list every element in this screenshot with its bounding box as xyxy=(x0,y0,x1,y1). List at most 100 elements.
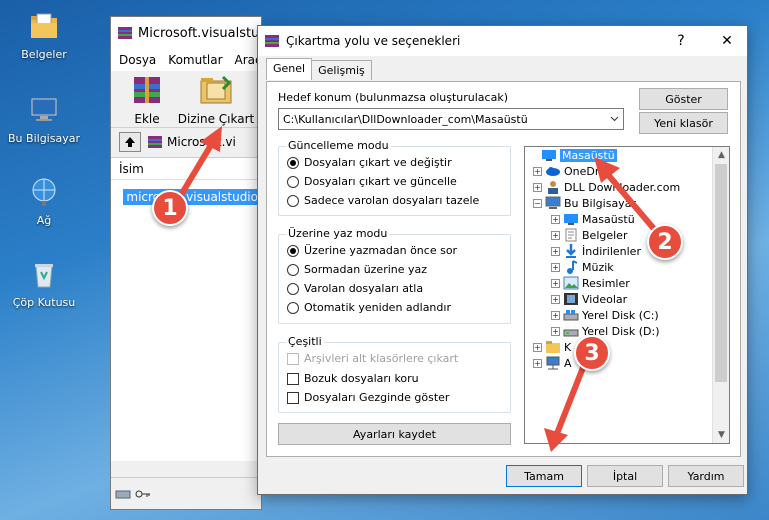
drive-icon xyxy=(115,490,131,498)
checkbox-extract-to-subfolders: Arşivleri alt klasörlere çıkart xyxy=(287,352,458,365)
radio-auto-rename[interactable]: Otomatik yeniden adlandır xyxy=(287,301,451,314)
radio-button[interactable] xyxy=(287,194,299,207)
radio-skip-existing[interactable]: Varolan dosyaları atla xyxy=(287,282,423,295)
tree-node-label: DLL Downloader.com xyxy=(564,180,681,194)
tree-expander[interactable]: + xyxy=(551,230,560,240)
tree-expander[interactable]: + xyxy=(551,310,560,320)
documents-icon xyxy=(565,228,577,242)
tree-node-libraries[interactable]: + K xyxy=(533,339,571,355)
menu-komutlar[interactable]: Komutlar xyxy=(168,53,222,67)
option-label: Bozuk dosyaları koru xyxy=(304,372,419,385)
address-text: Microsoft.vi xyxy=(167,134,236,149)
radio-button-checked[interactable] xyxy=(287,244,299,257)
tab-gelismis[interactable]: Gelişmiş xyxy=(311,60,372,80)
option-label: Varolan dosyaları atla xyxy=(304,282,424,295)
desktop-icon-label: Çöp Kutusu xyxy=(12,296,76,309)
desktop-icon xyxy=(564,214,578,225)
desktop-icon-documents[interactable]: Belgeler xyxy=(8,10,80,61)
folder-tree[interactable]: Masaüstü + OneDr + DLL Downloader.com − … xyxy=(524,146,730,444)
radio-button[interactable] xyxy=(287,301,299,314)
scroll-down-icon[interactable]: ▼ xyxy=(713,427,729,443)
menu-dosya[interactable]: Dosya xyxy=(119,53,156,67)
close-icon[interactable]: ✕ xyxy=(707,33,747,49)
radio-extract-replace[interactable]: Dosyaları çıkart ve değiştir xyxy=(287,156,452,169)
tree-expander[interactable]: + xyxy=(551,278,560,288)
extract-to-button[interactable]: Dizine Çıkart xyxy=(177,73,255,126)
option-label: Sadece varolan dosyaları tazele xyxy=(304,194,480,207)
tree-expander[interactable]: + xyxy=(533,358,542,368)
tree-expander[interactable]: + xyxy=(551,262,560,272)
annotation-badge-3: 3 xyxy=(574,335,610,371)
radio-extract-update[interactable]: Dosyaları çıkart ve güncelle xyxy=(287,175,457,188)
new-folder-button[interactable]: Yeni klasör xyxy=(639,112,728,134)
dialog-tabs: Genel Gelişmiş xyxy=(266,58,372,80)
tree-node-label: Resimler xyxy=(582,276,630,290)
tree-expander[interactable]: + xyxy=(551,246,560,256)
tree-node-documents[interactable]: + Belgeler xyxy=(551,227,627,243)
save-settings-button[interactable]: Ayarları kaydet xyxy=(278,423,511,445)
tree-node-downloads[interactable]: + İndirilenler xyxy=(551,243,641,259)
scroll-thumb[interactable] xyxy=(715,164,727,382)
radio-button-checked[interactable] xyxy=(287,156,299,169)
radio-button[interactable] xyxy=(287,175,299,188)
tree-node-videos[interactable]: + Videolar xyxy=(551,291,627,307)
user-icon xyxy=(548,181,558,194)
tree-node-user[interactable]: + DLL Downloader.com xyxy=(533,179,680,195)
help-title-button[interactable]: ? xyxy=(661,33,701,49)
up-folder-button[interactable] xyxy=(119,131,141,152)
tree-expander[interactable]: + xyxy=(551,214,560,224)
checkbox[interactable] xyxy=(287,372,299,385)
option-label: Dosyaları çıkart ve değiştir xyxy=(304,156,452,169)
tree-expander[interactable]: + xyxy=(533,182,542,192)
radio-ask-before-overwrite[interactable]: Üzerine yazmadan önce sor xyxy=(287,244,457,257)
tree-node-music[interactable]: + Müzik xyxy=(551,259,614,275)
update-mode-title: Güncelleme modu xyxy=(286,139,391,152)
drive-icon xyxy=(563,310,579,321)
ok-button[interactable]: Tamam xyxy=(506,465,582,487)
archive-icon xyxy=(148,135,162,148)
tree-node-this-pc[interactable]: − Bu Bilgisayar xyxy=(533,195,636,211)
tab-genel[interactable]: Genel xyxy=(266,58,313,80)
tree-node-network[interactable]: + A xyxy=(533,355,572,371)
desktop-icon xyxy=(542,150,556,161)
help-button[interactable]: Yardım xyxy=(668,465,744,487)
misc-title: Çeşitli xyxy=(286,335,324,348)
radio-freshen-existing[interactable]: Sadece varolan dosyaları tazele xyxy=(287,194,479,207)
option-label: Sormadan üzerine yaz xyxy=(304,263,428,276)
tree-expander[interactable]: + xyxy=(551,294,560,304)
show-button[interactable]: Göster xyxy=(639,88,728,110)
tree-expander[interactable]: − xyxy=(533,198,542,208)
add-button[interactable]: Ekle xyxy=(121,73,173,126)
column-header-name[interactable]: İsim xyxy=(111,158,261,180)
tree-node-pictures[interactable]: + Resimler xyxy=(551,275,630,291)
desktop-icon-network[interactable]: Ağ xyxy=(8,176,80,227)
radio-overwrite-without-prompt[interactable]: Sormadan üzerine yaz xyxy=(287,263,427,276)
tree-node-disk-d[interactable]: + Yerel Disk (D:) xyxy=(551,323,660,339)
destination-path-input[interactable]: C:\Kullanıcılar\DllDownloader_com\Masaüs… xyxy=(278,108,624,130)
tree-node-desktop[interactable]: Masaüstü xyxy=(529,147,617,163)
tree-node-disk-c[interactable]: + Yerel Disk (C:) xyxy=(551,307,659,323)
tree-scrollbar[interactable]: ▲ ▼ xyxy=(712,147,729,443)
radio-button[interactable] xyxy=(287,282,299,295)
cancel-button[interactable]: İptal xyxy=(587,465,663,487)
dialog-title: Çıkartma yolu ve seçenekleri xyxy=(286,34,461,48)
desktop-icon-computer[interactable]: Bu Bilgisayar xyxy=(8,94,80,145)
radio-button[interactable] xyxy=(287,263,299,276)
address-field[interactable]: Microsoft.vi xyxy=(147,132,236,152)
tree-node-onedrive[interactable]: + OneDr xyxy=(533,163,599,179)
checkbox-keep-broken[interactable]: Bozuk dosyaları koru xyxy=(287,372,419,385)
checkbox[interactable] xyxy=(287,391,299,404)
tree-node-label: Videolar xyxy=(582,292,628,306)
checkbox-show-in-explorer[interactable]: Dosyaları Gezginde göster xyxy=(287,391,449,404)
winrar-menubar: Dosya Komutlar Araçla xyxy=(111,49,261,71)
dialog-titlebar: Çıkartma yolu ve seçenekleri ? ✕ xyxy=(258,26,747,56)
scroll-up-icon[interactable]: ▲ xyxy=(713,147,729,163)
tree-node-pc-desktop[interactable]: + Masaüstü xyxy=(551,211,635,227)
tree-expander[interactable]: + xyxy=(533,342,542,352)
tree-expander[interactable]: + xyxy=(533,166,542,176)
option-label: Otomatik yeniden adlandır xyxy=(304,301,451,314)
tree-node-label: Müzik xyxy=(582,260,614,274)
desktop-icon-recycle-bin[interactable]: Çöp Kutusu xyxy=(8,258,80,309)
chevron-down-icon[interactable] xyxy=(610,116,619,122)
tree-expander[interactable]: + xyxy=(551,326,560,336)
